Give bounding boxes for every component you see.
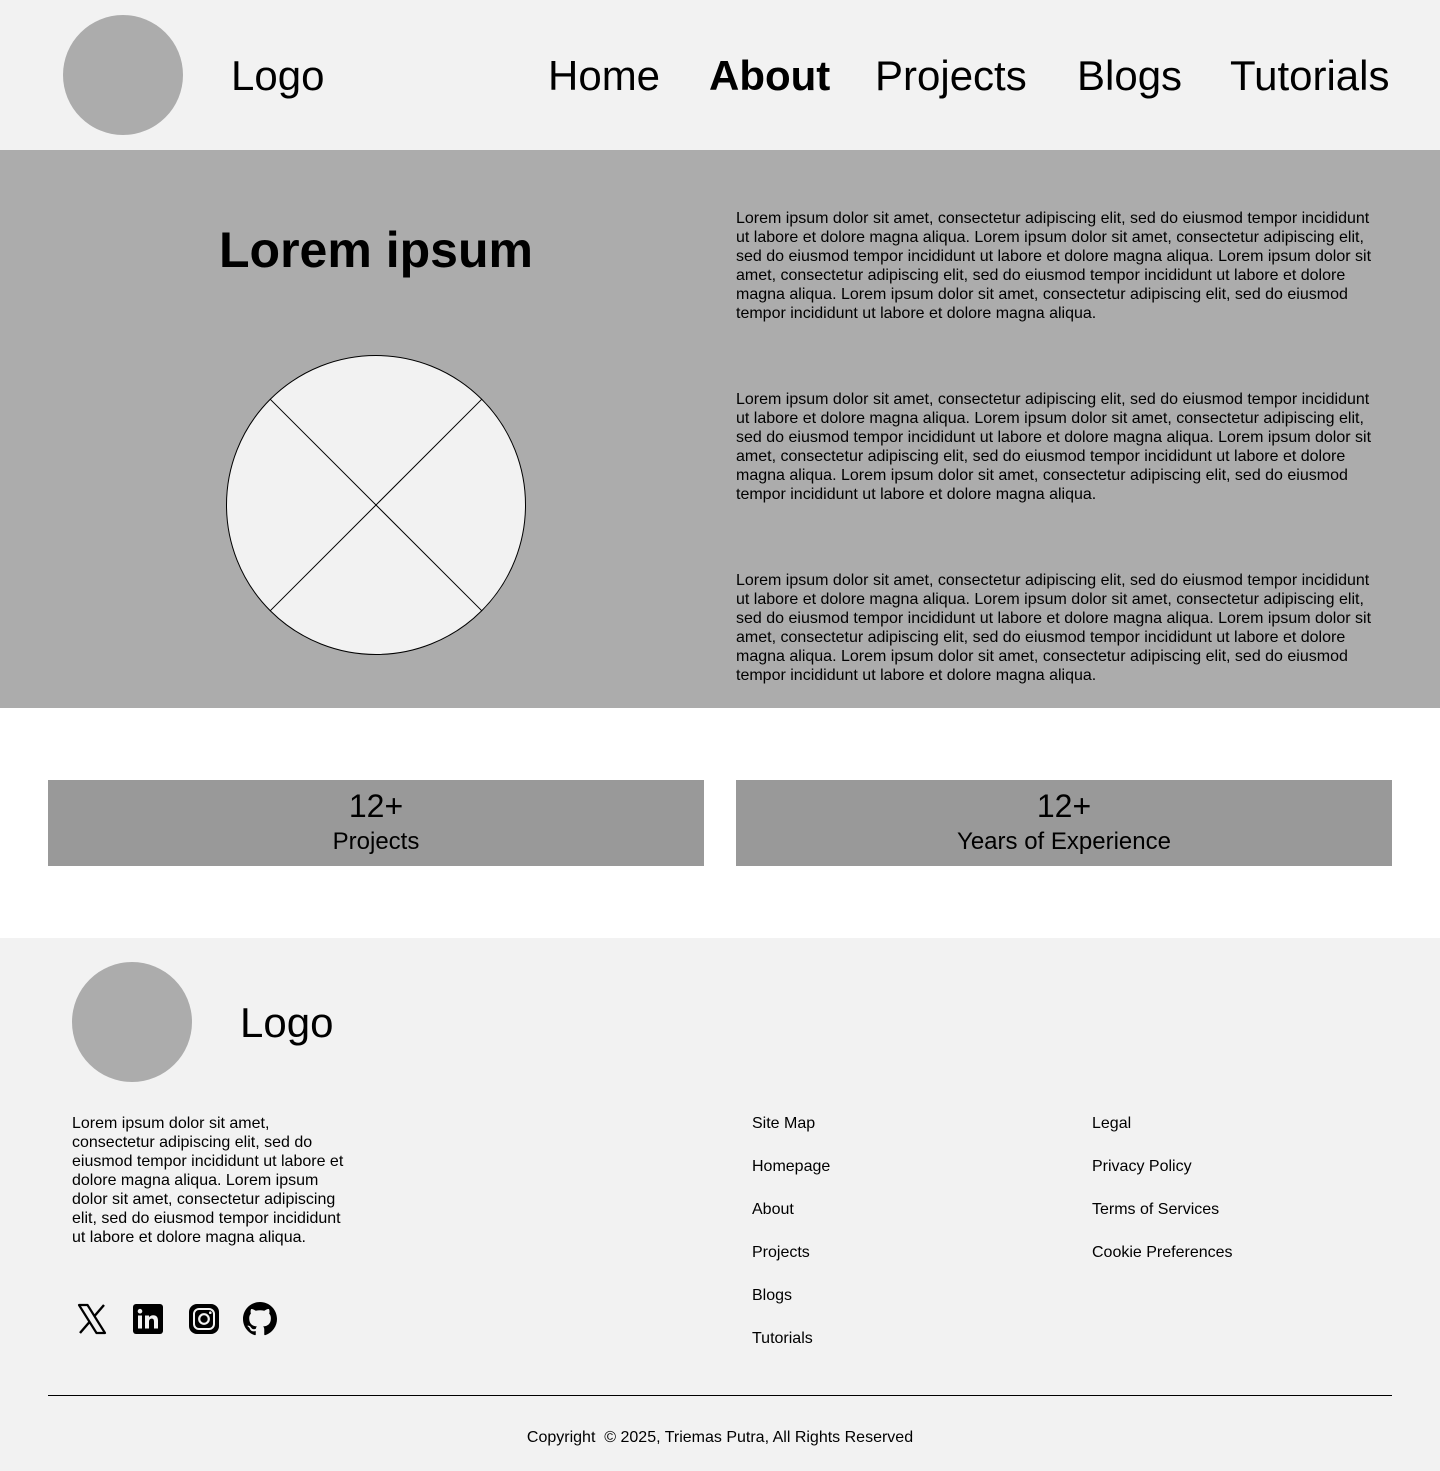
nav-home[interactable]: Home (548, 55, 660, 97)
nav-blogs[interactable]: Blogs (1077, 55, 1182, 97)
footer-description: Lorem ipsum dolor sit amet, consectetur … (72, 1115, 344, 1246)
logo-text[interactable]: Logo (231, 55, 324, 97)
stat-card-experience: 12+ Years of Experience (736, 780, 1392, 866)
footer-divider (48, 1395, 1392, 1396)
x-icon[interactable] (73, 1300, 111, 1338)
nav-about[interactable]: About (709, 55, 830, 97)
stat-number: 12+ (348, 788, 404, 824)
footer-link-homepage[interactable]: Homepage (752, 1159, 830, 1175)
logo-icon[interactable] (63, 15, 183, 135)
footer-logo-text[interactable]: Logo (240, 1002, 333, 1044)
footer-link-tutorials[interactable]: Tutorials (752, 1331, 813, 1347)
legal-heading: Legal (1092, 1115, 1132, 1132)
linkedin-icon[interactable] (129, 1300, 167, 1338)
page-title: Lorem ipsum (219, 222, 533, 278)
footer-link-blogs[interactable]: Blogs (752, 1288, 792, 1304)
instagram-icon[interactable] (185, 1300, 223, 1338)
stat-label: Projects (332, 828, 420, 855)
footer-link-privacy-policy[interactable]: Privacy Policy (1092, 1159, 1192, 1175)
footer-link-terms-of-services[interactable]: Terms of Services (1092, 1202, 1219, 1218)
footer-logo-icon[interactable] (72, 962, 192, 1082)
footer-link-projects[interactable]: Projects (752, 1245, 810, 1261)
about-paragraph: Lorem ipsum dolor sit amet, consectetur … (736, 210, 1372, 322)
about-paragraph: Lorem ipsum dolor sit amet, consectetur … (736, 572, 1372, 684)
stat-card-projects: 12+ Projects (48, 780, 704, 866)
nav-projects[interactable]: Projects (875, 55, 1027, 97)
sitemap-heading: Site Map (752, 1115, 816, 1132)
about-section: Lorem ipsum Lorem ipsum dolor sit amet, … (0, 150, 1440, 708)
copyright-text: Copyright © 2025, Triemas Putra, All Rig… (526, 1429, 914, 1446)
footer-link-about[interactable]: About (752, 1202, 794, 1218)
nav-tutorials[interactable]: Tutorials (1230, 55, 1390, 97)
footer-link-cookie-preferences[interactable]: Cookie Preferences (1092, 1245, 1233, 1261)
image-placeholder-icon (226, 355, 526, 655)
github-icon[interactable] (241, 1300, 279, 1338)
stat-number: 12+ (1036, 788, 1092, 824)
about-paragraph: Lorem ipsum dolor sit amet, consectetur … (736, 391, 1372, 503)
site-header: Logo Home About Projects Blogs Tutorials (0, 0, 1440, 150)
stat-label: Years of Experience (957, 828, 1171, 855)
site-footer: Logo Lorem ipsum dolor sit amet, consect… (0, 938, 1440, 1471)
